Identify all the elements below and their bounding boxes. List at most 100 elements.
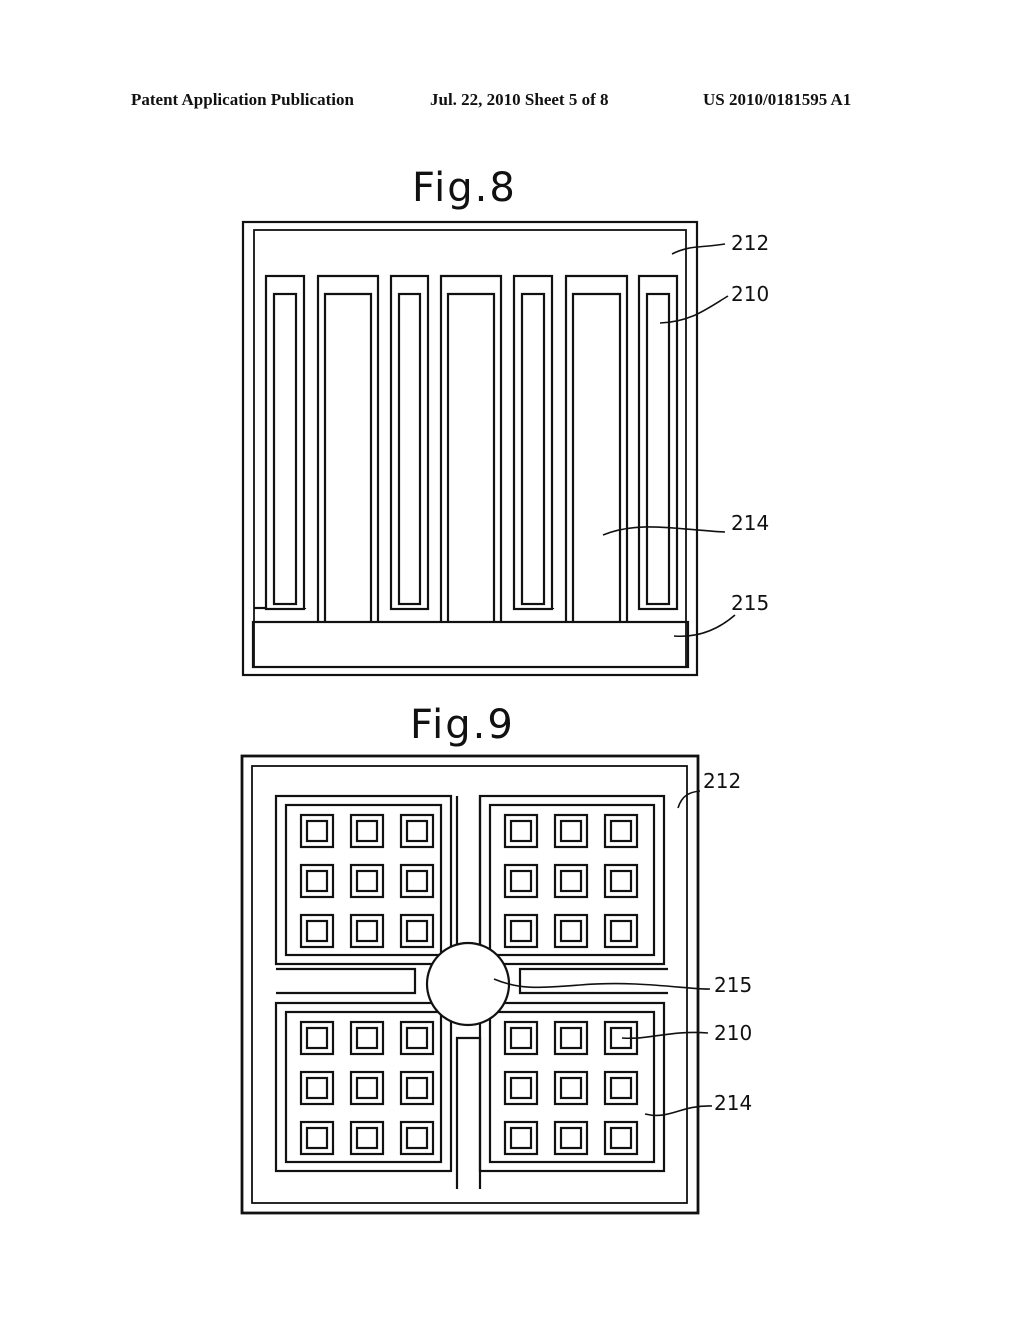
fig9-quadrant-inner-214 [284, 1010, 443, 1164]
fig9-cell-210 [559, 919, 583, 943]
fig9-cell-210 [509, 919, 533, 943]
fig8-finger-210 [551, 274, 629, 622]
fig9-cell-210 [509, 1076, 533, 1100]
fig9-cell-outer [603, 1070, 639, 1106]
fig9-cell-210 [609, 1126, 633, 1150]
fig9-quadrant-inner-214 [488, 803, 656, 957]
fig8-leader-210 [659, 295, 729, 324]
fig9-cell-outer [399, 863, 435, 899]
fig8-finger-210 [426, 274, 503, 622]
fig9-cell-210 [355, 1076, 379, 1100]
fig8-label-210: 210 [731, 282, 769, 306]
patent-drawings: 212 210 214 215 212 215 210 214 [240, 220, 769, 1215]
fig9-cell-210 [355, 1126, 379, 1150]
fig8-label-212: 212 [731, 231, 769, 255]
fig8-tooth-214 [446, 292, 496, 622]
fig9-cell-210 [305, 819, 329, 843]
fig9-cell-outer [349, 863, 385, 899]
fig9-cell-outer [299, 1070, 335, 1106]
fig9-cell-outer [399, 813, 435, 849]
fig9-cell-outer [553, 913, 589, 949]
fig9-cell-outer [553, 1020, 589, 1056]
fig9-label-210: 210 [714, 1021, 752, 1045]
fig9-quadrant [274, 1001, 453, 1173]
fig8-finger-slot [272, 292, 298, 606]
fig9-cell-210 [355, 819, 379, 843]
fig8-finger-210 [264, 274, 306, 611]
fig9-cell-outer [349, 1120, 385, 1156]
fig9-channel-top [455, 796, 482, 950]
fig9-quadrant-inner-214 [284, 803, 443, 957]
fig9-cell-210 [305, 1126, 329, 1150]
fig9-cell-outer [603, 1120, 639, 1156]
fig9-cell-210 [509, 1026, 533, 1050]
fig9-cell-210 [355, 869, 379, 893]
fig8-label-215: 215 [731, 591, 769, 615]
fig9-cell-210 [405, 919, 429, 943]
fig9-center-contact-215 [425, 941, 511, 1027]
fig8-label-214: 214 [731, 511, 769, 535]
fig8-leader-212 [671, 243, 726, 255]
fig9-cell-210 [609, 819, 633, 843]
fig9-cell-outer [349, 813, 385, 849]
figure-8-drawing [241, 220, 699, 677]
fig8-tooth-214 [323, 292, 373, 622]
fig9-quadrant [274, 794, 453, 966]
fig9-cell-outer [299, 1020, 335, 1056]
fig9-cell-outer [553, 1120, 589, 1156]
fig9-cell-210 [405, 1126, 429, 1150]
fig9-channel-right [518, 967, 668, 995]
fig9-cell-outer [349, 1020, 385, 1056]
fig9-cell-210 [509, 1126, 533, 1150]
fig8-leader-214 [602, 526, 726, 536]
fig9-channel-bottom [455, 1036, 482, 1189]
fig9-cell-outer [603, 913, 639, 949]
fig8-finger-210 [303, 274, 380, 622]
fig9-cell-outer [603, 813, 639, 849]
fig9-cell-outer [553, 1070, 589, 1106]
fig9-cell-210 [559, 1126, 583, 1150]
fig9-cell-210 [559, 819, 583, 843]
fig9-cell-outer [399, 1020, 435, 1056]
fig9-cell-210 [405, 869, 429, 893]
fig9-label-215: 215 [714, 973, 752, 997]
fig9-cell-outer [553, 863, 589, 899]
fig8-finger-slot [645, 292, 671, 606]
fig9-cell-210 [609, 1076, 633, 1100]
fig9-cell-210 [405, 1076, 429, 1100]
fig9-cell-210 [509, 869, 533, 893]
fig9-cell-outer [349, 1070, 385, 1106]
fig9-cell-outer [399, 1120, 435, 1156]
fig9-cell-210 [609, 919, 633, 943]
fig9-cell-210 [559, 1026, 583, 1050]
fig9-cell-outer [503, 813, 539, 849]
fig9-cell-outer [603, 863, 639, 899]
fig9-cell-outer [503, 1120, 539, 1156]
fig8-finger-210 [512, 274, 554, 611]
fig9-cell-210 [305, 869, 329, 893]
fig8-electrode-210-fingers [254, 274, 679, 622]
fig8-finger-210 [389, 274, 430, 611]
fig9-cell-outer [349, 913, 385, 949]
fig9-cell-outer [299, 1120, 335, 1156]
fig9-cell-210 [405, 819, 429, 843]
fig8-leader-215 [673, 614, 736, 638]
fig9-cell-outer [503, 863, 539, 899]
fig9-cell-210 [305, 919, 329, 943]
fig9-cell-outer [503, 1070, 539, 1106]
fig9-cell-210 [559, 869, 583, 893]
fig9-quadrant-inner-214 [488, 1010, 656, 1164]
fig8-outer-frame [241, 220, 699, 677]
fig8-electrode-214-teeth [323, 292, 622, 622]
fig8-electrode-215-bar [251, 620, 690, 669]
fig9-cell-210 [559, 1076, 583, 1100]
fig9-cell-210 [305, 1076, 329, 1100]
fig9-cell-210 [509, 819, 533, 843]
fig9-cell-210 [355, 919, 379, 943]
fig8-finger-210 [637, 274, 679, 611]
fig9-cell-210 [405, 1026, 429, 1050]
fig9-cell-outer [299, 913, 335, 949]
fig8-finger-slot [397, 292, 422, 606]
fig9-cell-210 [355, 1026, 379, 1050]
fig9-quadrant [478, 1001, 666, 1173]
